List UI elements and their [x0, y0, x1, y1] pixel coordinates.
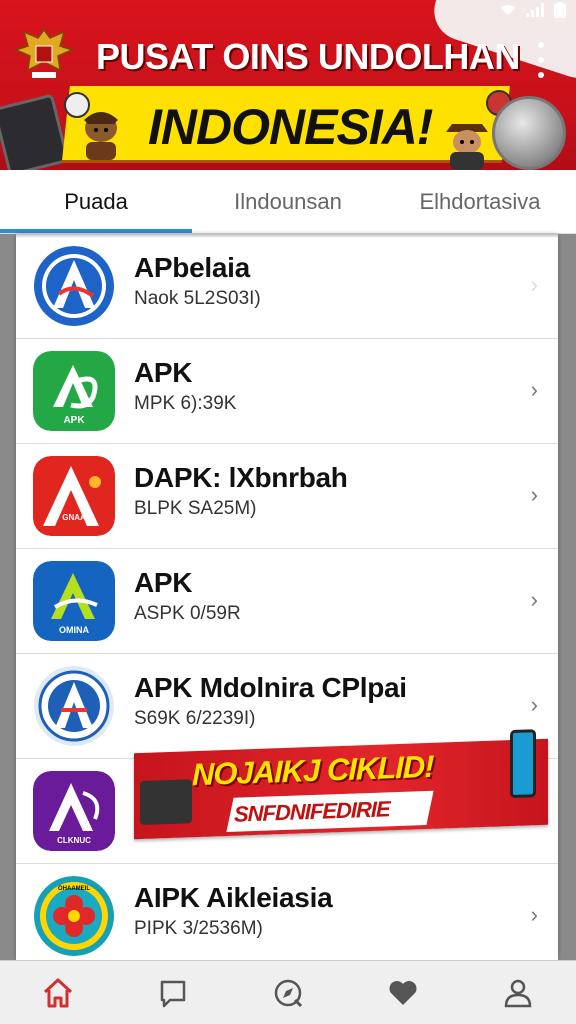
header-banner: PUSAT OINS UNDOLHAN INDONESIA! — [0, 0, 576, 170]
svg-text:OMINA: OMINA — [59, 625, 89, 635]
red-a-icon: GNAA — [33, 456, 115, 536]
nav-favorites-button[interactable] — [373, 965, 433, 1021]
app-name: APK — [134, 567, 193, 598]
blue-a-icon — [34, 246, 114, 326]
list-item[interactable]: GNAA DAPK: lXbnrbah BLPK SA25M) › — [16, 444, 558, 549]
battery-icon — [554, 1, 566, 21]
app-name: APK Mdolnira CPlpai — [134, 672, 407, 703]
svg-text:CLKNUC: CLKNUC — [57, 836, 91, 845]
home-icon — [43, 978, 72, 1007]
svg-text:OHAAMEIL: OHAAMEIL — [58, 886, 90, 892]
header-title-main: INDONESIA! — [148, 99, 433, 155]
svg-text:APK: APK — [63, 415, 85, 426]
signal-icon — [526, 2, 544, 20]
more-vert-icon[interactable] — [536, 42, 546, 78]
blue-green-a-icon: OMINA — [33, 561, 115, 641]
bottom-nav — [0, 960, 576, 1024]
coin-icon — [492, 96, 566, 170]
app-meta: S69K 6/2239I) — [134, 708, 256, 729]
message-icon — [160, 980, 186, 1007]
laptop-icon — [140, 779, 192, 826]
heart-icon — [389, 980, 417, 1005]
list-item[interactable]: OHAAMEIL AIPK Aikleiasia PIPK 3/2536M) › — [16, 864, 558, 960]
chevron-right-icon: › — [530, 377, 538, 402]
app-name: DAPK: lXbnrbah — [134, 462, 348, 493]
mascot-right-icon — [446, 124, 488, 170]
nav-messages-button[interactable] — [143, 965, 203, 1021]
emblem-a-icon — [34, 666, 114, 746]
app-meta: ASPK 0/59R — [134, 603, 241, 624]
list-item[interactable]: OMINA APK ASPK 0/59R › — [16, 549, 558, 654]
phone-icon — [510, 729, 536, 799]
compass-icon — [274, 979, 303, 1007]
green-a-icon: APK — [33, 351, 115, 431]
phone-illustration — [0, 93, 70, 170]
app-meta: BLPK SA25M) — [134, 498, 257, 519]
chevron-right-icon: › — [530, 902, 538, 927]
garuda-emblem-icon — [14, 28, 74, 78]
list-item[interactable]: APK APK MPK 6):39K › — [16, 339, 558, 444]
purple-a-icon: CLKNUC — [33, 771, 115, 851]
flower-icon: OHAAMEIL — [34, 876, 114, 956]
app-name: APbelaia — [134, 252, 250, 283]
tab-ilndounsan[interactable]: Ilndounsan — [192, 170, 384, 233]
chevron-right-icon: › — [530, 272, 538, 297]
ad-title: NOJAIKJ CIKLID! — [192, 748, 434, 793]
nav-home-button[interactable] — [28, 965, 88, 1021]
list-item[interactable]: APbelaia Naok 5L2S03I) › — [16, 234, 558, 339]
ad-subtitle: SNFDNIFEDIRIE — [234, 796, 390, 827]
tab-elhdortasiva[interactable]: Elhdortasiva — [384, 170, 576, 233]
chevron-right-icon: › — [530, 482, 538, 507]
status-bar — [500, 0, 566, 22]
badge-left-icon — [64, 92, 90, 118]
chevron-right-icon: › — [530, 692, 538, 717]
app-meta: MPK 6):39K — [134, 393, 237, 414]
app-meta: Naok 5L2S03I) — [134, 288, 261, 309]
app-meta: PIPK 3/2536M) — [134, 918, 263, 939]
tab-puada[interactable]: Puada — [0, 170, 192, 233]
nav-explore-button[interactable] — [258, 965, 318, 1021]
ad-banner[interactable]: NOJAIKJ CIKLID! SNFDNIFEDIRIE — [134, 729, 548, 840]
app-name: APK — [134, 357, 193, 388]
tab-bar: Puada Ilndounsan Elhdortasiva — [0, 170, 576, 234]
app-name: AIPK Aikleiasia — [134, 882, 333, 913]
svg-text:GNAA: GNAA — [62, 513, 86, 522]
header-title-top: PUSAT OINS UNDOLHAN — [96, 36, 520, 77]
user-icon — [505, 979, 532, 1007]
wifi-icon — [500, 3, 516, 20]
app-list: APbelaia Naok 5L2S03I) › APK APK MPK 6):… — [16, 234, 558, 960]
chevron-right-icon: › — [530, 587, 538, 612]
nav-profile-button[interactable] — [488, 965, 548, 1021]
